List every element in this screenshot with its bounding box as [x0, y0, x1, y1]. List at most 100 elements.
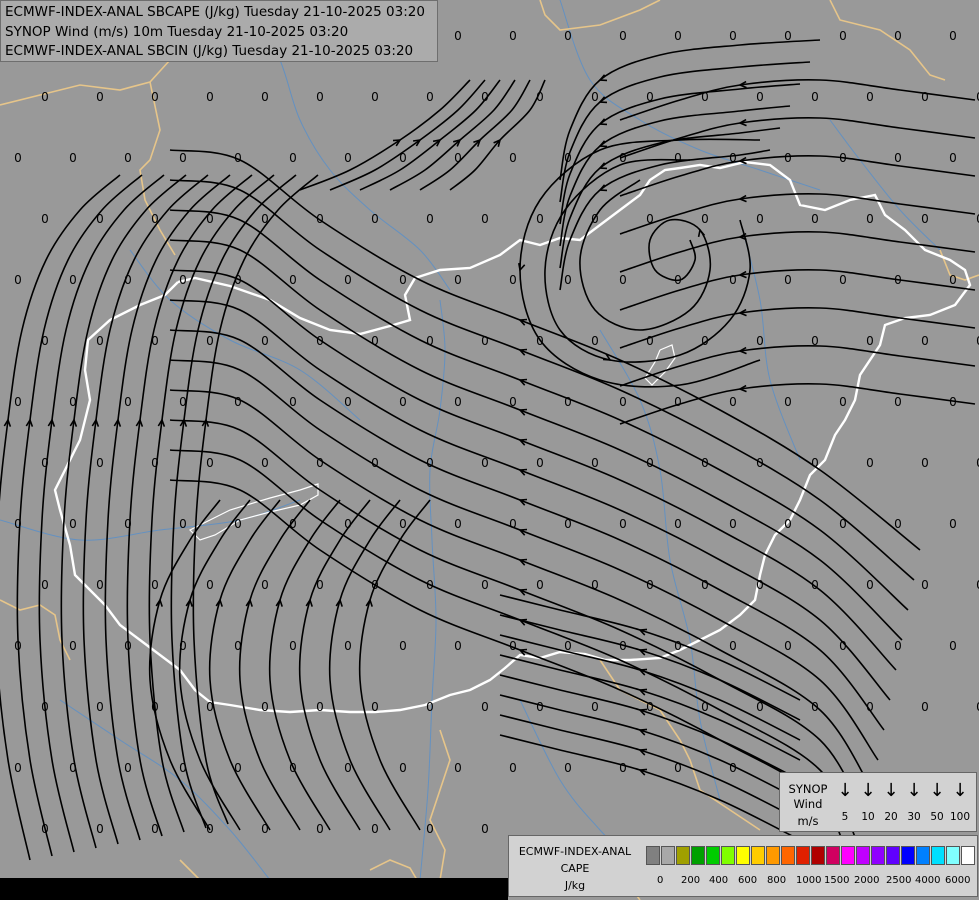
cape-value-label: 0 [426, 700, 434, 714]
cape-value-label: 0 [371, 822, 379, 836]
cape-value-label: 0 [206, 212, 214, 226]
cape-value-label: 0 [96, 700, 104, 714]
cape-value-label: 0 [866, 212, 874, 226]
cape-value-label: 0 [344, 639, 352, 653]
cape-color-swatch [916, 846, 930, 865]
wind-legend-value: 30 [907, 811, 921, 823]
cape-value-label: 0 [894, 151, 902, 165]
cape-value-label: 0 [69, 761, 77, 775]
cape-value-label: 0 [839, 151, 847, 165]
streamline-33 [519, 138, 761, 388]
bottom-black-band [0, 878, 508, 900]
streamline-44 [419, 79, 531, 191]
cape-value-label: 0 [894, 29, 902, 43]
weather-map: 0 0 0 0 0 0 0 0 0 0 0 0 0 0 0 0 0 0 0 0 0 0 0 0 0 0 0 0 0 0 0 0 0 0 0 0 0 0 0 0… [0, 0, 979, 900]
cape-value-label: 0 [316, 90, 324, 104]
cape-value-label: 0 [206, 334, 214, 348]
cape-value-label: 0 [674, 761, 682, 775]
cape-value-label: 0 [316, 822, 324, 836]
cape-value-label: 0 [921, 700, 929, 714]
cape-value-label: 0 [509, 761, 517, 775]
cape-value-label: 0 [564, 639, 572, 653]
cape-value-label: 0 [206, 456, 214, 470]
cape-value-label: 0 [344, 151, 352, 165]
cape-value-label: 0 [536, 90, 544, 104]
cape-value-label: 0 [536, 334, 544, 348]
cape-color-swatch [826, 846, 840, 865]
cape-value-label: 0 [179, 639, 187, 653]
cape-value-label: 0 [756, 90, 764, 104]
cape-value-label: 0 [289, 273, 297, 287]
cape-value-label: 0 [619, 395, 627, 409]
cape-value-label: 0 [536, 456, 544, 470]
cape-value-label: 0 [481, 90, 489, 104]
cape-value-label: 0 [151, 212, 159, 226]
cape-legend-label-unit: J/kg [564, 879, 586, 892]
cape-color-swatch [931, 846, 945, 865]
cape-value-label: 0 [289, 639, 297, 653]
cape-value-label: 0 [261, 90, 269, 104]
cape-value-label: 0 [949, 29, 957, 43]
cape-value-label: 0 [234, 395, 242, 409]
cape-tick-label: 400 [709, 875, 729, 886]
cape-value-label: 0 [729, 395, 737, 409]
streamline-56 [499, 634, 801, 741]
cape-color-swatch [946, 846, 960, 865]
cape-value-label: 0 [839, 517, 847, 531]
cape-color-swatch [886, 846, 900, 865]
cape-value-label: 0 [839, 395, 847, 409]
cape-value-label: 0 [811, 700, 819, 714]
cape-value-label: 0 [69, 151, 77, 165]
cape-value-label: 0 [124, 517, 132, 531]
cape-value-label: 0 [481, 822, 489, 836]
cape-value-label: 0 [69, 273, 77, 287]
map-title-box: ECMWF-INDEX-ANAL SBCAPE (J/kg) Tuesday 2… [0, 0, 438, 62]
cape-value-label: 0 [96, 578, 104, 592]
cape-value-label: 0 [921, 212, 929, 226]
wind-legend-value: 20 [884, 811, 898, 823]
foreign-border-2 [0, 599, 71, 661]
cape-value-label: 0 [646, 700, 654, 714]
cape-value-label: 0 [206, 822, 214, 836]
cape-value-label: 0 [756, 334, 764, 348]
cape-value-label: 0 [949, 151, 957, 165]
cape-value-label: 0 [261, 822, 269, 836]
cape-value-label: 0 [399, 151, 407, 165]
cape-value-label: 0 [454, 517, 462, 531]
cape-value-label: 0 [564, 29, 572, 43]
cape-value-label: 0 [701, 90, 709, 104]
cape-value-label: 0 [481, 578, 489, 592]
cape-tick-label: 2000 [854, 875, 880, 886]
cape-value-label: 0 [536, 700, 544, 714]
cape-value-label: 0 [124, 395, 132, 409]
cape-value-label: 0 [619, 639, 627, 653]
streamline-45 [449, 79, 546, 191]
cape-value-label: 0 [96, 212, 104, 226]
cape-value-label: 0 [41, 456, 49, 470]
cape-legend-label-model: ECMWF-INDEX-ANAL [518, 845, 632, 858]
wind-legend-value: 100 [949, 811, 971, 823]
cape-value-label: 0 [564, 395, 572, 409]
cape-value-label: 0 [289, 151, 297, 165]
cape-value-label: 0 [344, 273, 352, 287]
cape-value-label: 0 [619, 273, 627, 287]
cape-value-label: 0 [316, 212, 324, 226]
cape-value-label: 0 [344, 761, 352, 775]
cape-value-label: 0 [426, 456, 434, 470]
cape-value-label: 0 [729, 151, 737, 165]
cape-value-label: 0 [756, 456, 764, 470]
cape-value-label: 0 [784, 29, 792, 43]
cape-value-label: 0 [729, 517, 737, 531]
cape-value-label: 0 [96, 456, 104, 470]
cape-value-label: 0 [591, 700, 599, 714]
cape-value-label: 0 [784, 273, 792, 287]
cape-value-label: 0 [454, 29, 462, 43]
cape-value-label: 0 [69, 639, 77, 653]
cape-value-label: 0 [151, 456, 159, 470]
cape-value-label: 0 [564, 273, 572, 287]
cape-value-label: 0 [949, 395, 957, 409]
cape-value-label: 0 [454, 395, 462, 409]
cape-value-label: 0 [646, 212, 654, 226]
cape-value-label: 0 [234, 761, 242, 775]
cape-value-label: 0 [261, 456, 269, 470]
